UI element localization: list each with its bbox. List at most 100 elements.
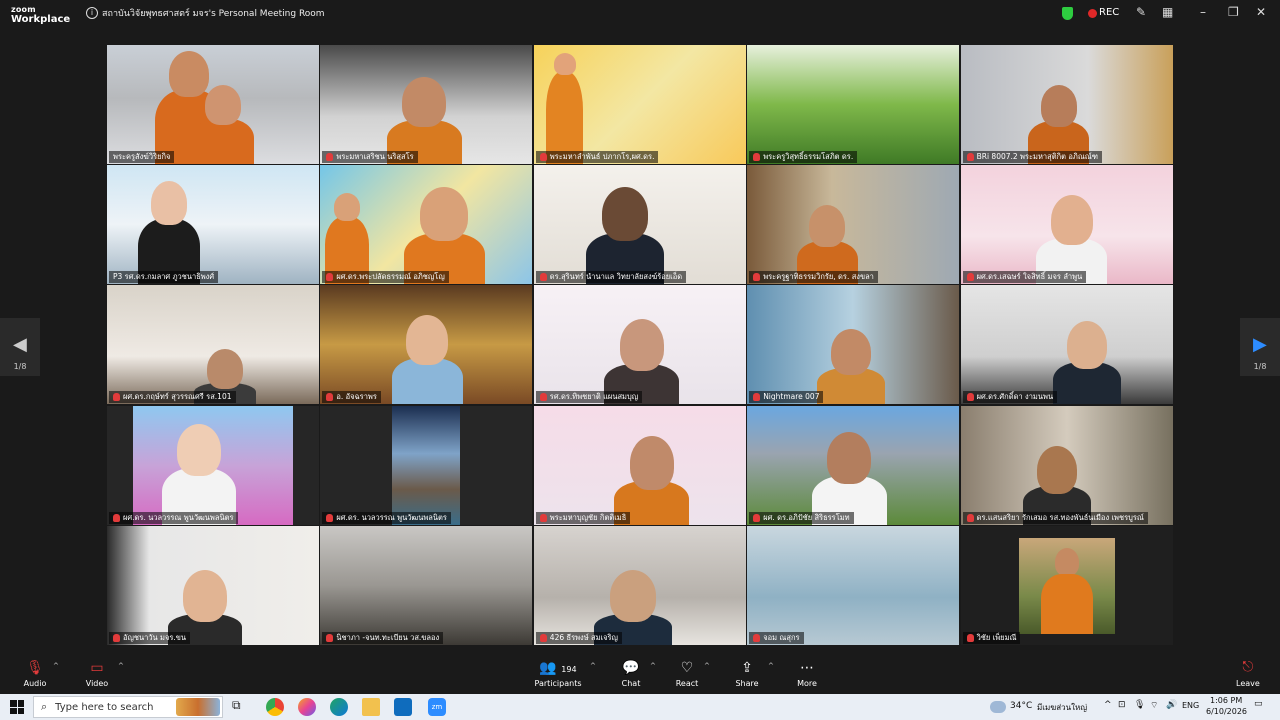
- zoom-taskbar-icon[interactable]: zm: [428, 698, 446, 716]
- search-highlight-image[interactable]: [176, 698, 220, 716]
- audio-options-caret[interactable]: ^: [53, 662, 59, 670]
- participant-tile[interactable]: วิชัย เพ็ยมณี: [960, 525, 1173, 645]
- participant-name: พระครูวิสุทธิ์ธรรมโสภิต ดร.: [763, 152, 854, 161]
- clock-time[interactable]: 1:06 PM: [1210, 696, 1242, 705]
- recording-status[interactable]: REC: [1099, 7, 1119, 18]
- participant-tile[interactable]: ผศ.ดร.กฤษ์ทร์ สุวรรณศรี รส.101: [107, 285, 319, 405]
- wifi-icon[interactable]: ⌔: [1150, 700, 1158, 711]
- participant-tile[interactable]: P3 รศ.ดร.กมลาศ ภูวชนาธิพงศ์: [107, 165, 319, 285]
- participant-tile[interactable]: ผศ.ดร. นวลวรรณ พูนวัฒนพลนิตร: [107, 405, 319, 525]
- participant-name: รศ.ดร.ทิพชยาติ แผนสมบุญ: [549, 392, 639, 402]
- participant-tile[interactable]: รศ.ดร.ทิพชยาติ แผนสมบุญ: [533, 285, 746, 405]
- participant-tile[interactable]: พระครูวิสุทธิ์ธรรมโสภิต ดร.: [747, 45, 960, 164]
- chat-button[interactable]: 💬 Chat: [618, 659, 644, 688]
- maximize-icon[interactable]: ❐: [1228, 5, 1239, 19]
- audio-button[interactable]: 🎙 Audio: [22, 659, 48, 688]
- participant-head: [1040, 85, 1077, 127]
- participant-tile[interactable]: จอม ณสุกร: [747, 525, 960, 645]
- participants-options-caret[interactable]: ^: [590, 662, 596, 670]
- participants-button[interactable]: 👥 194 Participants: [534, 659, 582, 688]
- participant-tile[interactable]: Nightmare 007: [747, 285, 960, 405]
- participant-name-label: P3 รศ.ดร.กมลาศ ภูวชนาธิพงศ์: [109, 271, 219, 284]
- security-shield-icon[interactable]: [1062, 7, 1073, 20]
- participant-name: พระมหาลำพันธ์ ปภากโร,ผศ.ดร.: [549, 152, 655, 161]
- mic-muted-icon: 🎙: [26, 660, 44, 676]
- participants-icon: 👥: [539, 660, 557, 676]
- participant-name-label: พระมหาเสริชน นริสฺสโร: [322, 151, 418, 163]
- participant-tile[interactable]: พระมหาบุญชัย กิตติเมธิ: [533, 405, 746, 525]
- weather-temp[interactable]: 34°C: [1010, 701, 1032, 711]
- participant-name-label: นิชาภา -จนท.ทะเบียน วส.ขลอง: [322, 631, 444, 644]
- participant-tile[interactable]: ผศ.ดร.เสฉษร์ ใจสิทธิ์ มจร ลำพูน: [960, 165, 1173, 285]
- mic-muted-icon: [539, 393, 547, 402]
- tray-chevron-icon[interactable]: ^: [1104, 700, 1112, 710]
- mic-muted-icon: [113, 633, 120, 642]
- copilot-icon[interactable]: [298, 698, 316, 716]
- notifications-icon[interactable]: ▭: [1254, 699, 1263, 709]
- participant-tile[interactable]: นิชาภา -จนท.ทะเบียน วส.ขลอง: [320, 525, 533, 645]
- minimize-icon[interactable]: –: [1200, 5, 1206, 19]
- participant-head: [831, 329, 872, 376]
- share-options-caret[interactable]: ^: [768, 662, 774, 670]
- participant-tile[interactable]: พระครูฐาทิธรรมวิกรัย, ดร. สงขลา: [747, 165, 960, 285]
- participant-head: [1066, 321, 1107, 370]
- participant-name: พระครูฐาทิธรรมวิกรัย, ดร. สงขลา: [763, 272, 874, 282]
- video-gallery: พระครูสังฆ์วิริยกิจ พระมหาเสริชน นริสฺสโร…: [107, 45, 1174, 646]
- clock-date[interactable]: 6/10/2026: [1206, 707, 1247, 716]
- network-icon[interactable]: ⊡: [1118, 700, 1126, 710]
- chrome-icon[interactable]: [266, 698, 284, 716]
- participant-tile[interactable]: ผศ. ดร.อภิปัชัย สิริธรรโมท: [747, 405, 960, 525]
- participant-name: ผศ.ดร. นวลวรรณ พูนวัฒนพลนิตร: [123, 512, 234, 522]
- chat-options-caret[interactable]: ^: [650, 662, 656, 670]
- chevron-right-icon: ▶: [1253, 334, 1267, 355]
- windows-start-icon[interactable]: [10, 700, 24, 714]
- participant-tile[interactable]: พระมหาเสริชน นริสฺสโร: [320, 45, 533, 164]
- react-button[interactable]: ♡ React: [674, 659, 700, 688]
- participant-name-label: วิชัย เพ็ยมณี: [962, 631, 1021, 644]
- mic-muted-icon: [539, 273, 547, 282]
- volume-icon[interactable]: 🔊: [1166, 700, 1177, 710]
- share-button[interactable]: ⇪ Share: [734, 659, 760, 688]
- weather-description[interactable]: มีเมฆส่วนใหญ่: [1037, 701, 1087, 714]
- view-grid-icon[interactable]: ▦: [1162, 5, 1173, 19]
- mic-muted-icon: [966, 273, 974, 282]
- participant-tile[interactable]: พระมหาลำพันธ์ ปภากโร,ผศ.ดร.: [533, 45, 746, 164]
- participant-tile[interactable]: พระครูสังฆ์วิริยกิจ: [107, 45, 319, 164]
- more-dots-icon: ⋯: [800, 660, 814, 676]
- participant-tile[interactable]: ดร.สุรินทร์ นำนาแล วิทยาลัยสงฆ์ร้อยเอ็ด: [533, 165, 746, 285]
- more-button[interactable]: ⋯ More: [794, 659, 820, 688]
- task-view-icon[interactable]: ⧉: [232, 698, 250, 716]
- annotate-icon[interactable]: ✎: [1136, 5, 1146, 19]
- chat-icon: 💬: [622, 660, 640, 676]
- logo-line2: Workplace: [11, 14, 71, 25]
- participant-tile[interactable]: ผศ.ดร.ศักดิ์ดา งามนพน: [960, 285, 1173, 405]
- file-explorer-icon[interactable]: [362, 698, 380, 716]
- react-options-caret[interactable]: ^: [704, 662, 710, 670]
- participant-tile[interactable]: 426 ธีรพงษ์ สมเจริญ: [533, 525, 746, 645]
- participant-tile[interactable]: ดร.แสนสริยา รักเสมอ รส.ทองพันธ์นเมือง เพ…: [960, 405, 1173, 525]
- participant-tile[interactable]: อัญชนาวัน มจร.ขน: [107, 525, 319, 645]
- participant-tile[interactable]: BRi 8007.2 พระมหาสุติกิต อภิณณ์ฑ: [960, 45, 1173, 164]
- close-icon[interactable]: ✕: [1256, 5, 1266, 19]
- participant-name-label: อ. อัจฉราพร: [322, 391, 381, 404]
- participant-name: P3 รศ.ดร.กมลาศ ภูวชนาธิพงศ์: [113, 272, 215, 282]
- participant-tile[interactable]: ผศ.ดร.พระปลัดธรรมณ์ อภิชญโญ: [320, 165, 533, 285]
- outlook-icon[interactable]: [394, 698, 412, 716]
- participant-name: ผศ.ดร.เสฉษร์ ใจสิทธิ์ มจร ลำพูน: [976, 272, 1083, 282]
- input-language[interactable]: ENG: [1182, 701, 1199, 710]
- edge-icon[interactable]: [330, 698, 348, 716]
- participant-tile[interactable]: ผศ.ดร. นวลวรรณ พูนวัฒนพลนิตร: [320, 405, 533, 525]
- participant-name-label: พระมหาลำพันธ์ ปภากโร,ผศ.ดร.: [535, 151, 659, 163]
- participant-name-label: จอม ณสุกร: [749, 631, 804, 644]
- mic-muted-icon: [326, 273, 334, 282]
- microphone-tray-icon[interactable]: 🎙: [1134, 700, 1145, 710]
- previous-page-button[interactable]: ◀ 1/8: [0, 318, 40, 376]
- video-button[interactable]: ▭ Video: [84, 659, 110, 688]
- info-icon[interactable]: i: [86, 7, 98, 19]
- participant-name: ผศ. ดร.อภิปัชัย สิริธรรโมท: [763, 512, 850, 522]
- leave-button[interactable]: ⎋ Leave: [1236, 659, 1260, 688]
- video-options-caret[interactable]: ^: [118, 662, 124, 670]
- participant-tile[interactable]: อ. อัจฉราพร: [320, 285, 533, 405]
- participant-name-label: ผศ.ดร.ศักดิ์ดา งามนพน: [962, 391, 1058, 404]
- next-page-button[interactable]: ▶ 1/8: [1240, 318, 1280, 376]
